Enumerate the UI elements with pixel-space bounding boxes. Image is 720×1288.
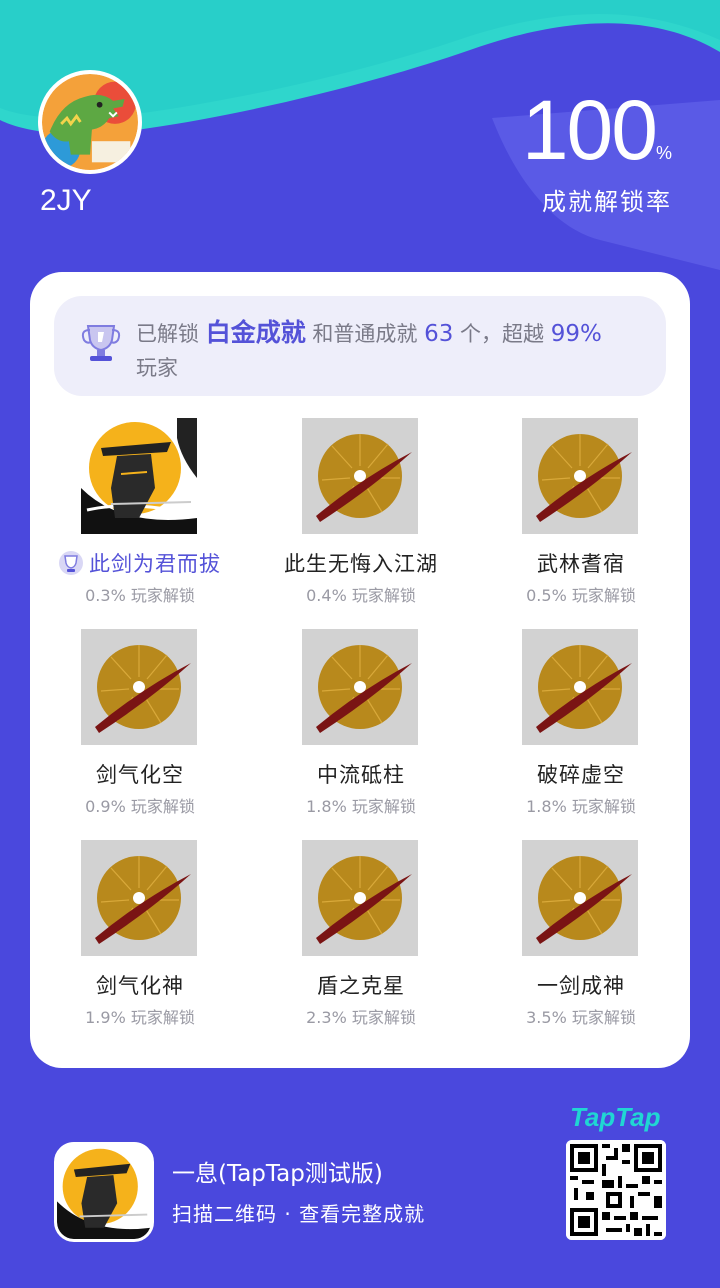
summary-percent: 99% [550, 321, 602, 347]
summary-banner: 已解锁 白金成就 和普通成就 63 个，超越 99% 玩家 [54, 296, 666, 396]
achievement-name: 剑气化神 [96, 974, 184, 998]
unlock-rate: 100% 成就解锁率 [522, 88, 672, 217]
game-icon[interactable] [54, 1142, 154, 1242]
achievement-thumb [302, 629, 418, 745]
achievement-percent: 1.8% 玩家解锁 [306, 797, 416, 816]
summary-platinum: 白金成就 [205, 318, 306, 347]
swordsman-icon [81, 418, 197, 534]
achievement-item[interactable]: 武林耆宿 0.5% 玩家解锁 [471, 418, 691, 629]
summary-suffix: 玩家 [136, 356, 178, 380]
slashed-disc-icon [522, 840, 638, 956]
user-avatar[interactable] [38, 70, 142, 174]
achievement-percent: 0.9% 玩家解锁 [85, 797, 195, 816]
achievement-item[interactable]: 破碎虚空 1.8% 玩家解锁 [471, 629, 691, 840]
summary-prefix: 已解锁 [136, 322, 199, 346]
trophy-icon [81, 325, 121, 361]
achievement-thumb [522, 840, 638, 956]
achievement-item[interactable]: 此生无悔入江湖 0.4% 玩家解锁 [251, 418, 471, 629]
game-title: 一息(TapTap测试版) [172, 1161, 383, 1187]
achievement-percent: 3.5% 玩家解锁 [526, 1008, 636, 1027]
dinosaur-avatar-icon [42, 74, 138, 170]
achievement-card: 已解锁 白金成就 和普通成就 63 个，超越 99% 玩家 此剑为君而拔 0.3… [30, 272, 690, 1068]
achievement-name: 中流砥柱 [317, 763, 405, 787]
slashed-disc-icon [302, 840, 418, 956]
achievement-name-text: 此剑为君而拔 [89, 552, 221, 576]
swordsman-game-icon [57, 1145, 151, 1239]
achievement-percent: 0.3% 玩家解锁 [85, 586, 195, 605]
summary-mid: 和普通成就 [312, 322, 418, 346]
slashed-disc-icon [522, 629, 638, 745]
rate-value: 100 [521, 83, 658, 177]
achievement-percent: 0.5% 玩家解锁 [526, 586, 636, 605]
achievement-percent: 0.4% 玩家解锁 [306, 586, 416, 605]
achievement-item[interactable]: 一剑成神 3.5% 玩家解锁 [471, 840, 691, 1051]
summary-count-suffix: 个，超越 [460, 322, 545, 346]
achievement-name: 剑气化空 [96, 763, 184, 787]
slashed-disc-icon [81, 629, 197, 745]
achievement-thumb [522, 418, 638, 534]
achievement-name: 盾之克星 [317, 974, 405, 998]
scan-hint: 扫描二维码 · 查看完整成就 [172, 1202, 426, 1226]
achievement-item[interactable]: 此剑为君而拔 0.3% 玩家解锁 [30, 418, 250, 629]
slashed-disc-icon [522, 418, 638, 534]
slashed-disc-icon [302, 418, 418, 534]
achievement-item[interactable]: 中流砥柱 1.8% 玩家解锁 [251, 629, 471, 840]
achievement-percent: 2.3% 玩家解锁 [306, 1008, 416, 1027]
achievement-percent: 1.8% 玩家解锁 [526, 797, 636, 816]
rate-label: 成就解锁率 [542, 188, 672, 216]
slashed-disc-icon [302, 629, 418, 745]
achievement-item[interactable]: 盾之克星 2.3% 玩家解锁 [251, 840, 471, 1051]
qr-code-icon [566, 1140, 666, 1240]
achievement-name: 此剑为君而拔 [30, 548, 250, 578]
achievement-item[interactable]: 剑气化空 0.9% 玩家解锁 [30, 629, 250, 840]
achievement-name: 破碎虚空 [537, 763, 625, 787]
achievement-name: 武林耆宿 [537, 552, 625, 576]
achievement-thumb [81, 629, 197, 745]
taptap-logo: TapTap [570, 1102, 661, 1132]
platinum-trophy-icon [59, 551, 83, 575]
summary-count: 63 [424, 321, 454, 347]
achievement-thumb [81, 418, 197, 534]
slashed-disc-icon [81, 840, 197, 956]
achievement-thumb [302, 840, 418, 956]
achievement-name: 一剑成神 [537, 974, 625, 998]
achievement-percent: 1.9% 玩家解锁 [85, 1008, 195, 1027]
achievement-thumb [302, 418, 418, 534]
achievement-name: 此生无悔入江湖 [284, 552, 438, 576]
achievement-thumb [522, 629, 638, 745]
achievement-item[interactable]: 剑气化神 1.9% 玩家解锁 [30, 840, 250, 1051]
qr-code[interactable] [566, 1140, 666, 1240]
rate-unit: % [655, 143, 672, 163]
achievement-thumb [81, 840, 197, 956]
username: 2JY [40, 184, 92, 217]
